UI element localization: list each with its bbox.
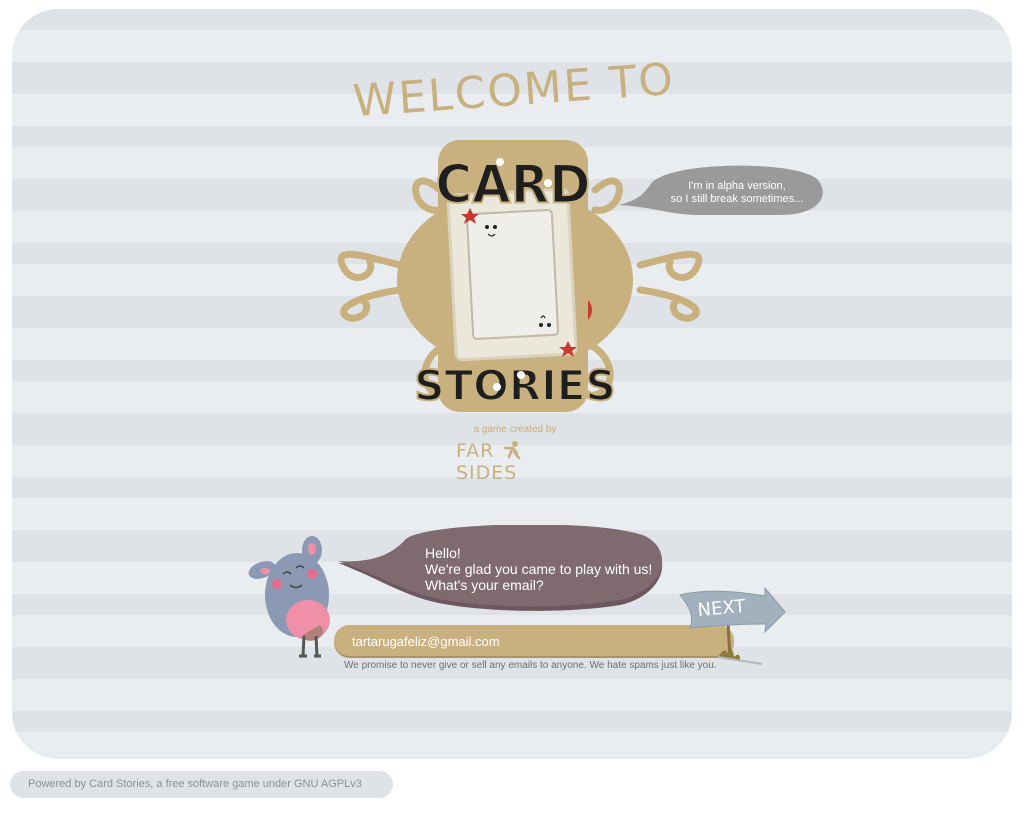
greeting-line-2: We're glad you came to play with us! xyxy=(425,561,653,577)
created-by-text: a game created by xyxy=(473,424,557,435)
alpha-line-2: so I still break sometimes... xyxy=(670,193,804,205)
game-credit: a game created by xyxy=(440,424,590,435)
email-field[interactable] xyxy=(350,629,724,653)
greeting-line-3: What's your email? xyxy=(425,577,544,593)
alpha-notice: I'm in alpha version, so I still break s… xyxy=(652,180,822,206)
alpha-line-1: I'm in alpha version, xyxy=(688,180,786,192)
card-word: CARD xyxy=(435,155,590,216)
card-stories-logo: WELCOME TO CARD STORIES xyxy=(337,60,703,412)
runner-icon xyxy=(504,441,521,460)
next-button[interactable]: NEXT xyxy=(675,585,790,665)
welcome-to-title: WELCOME TO xyxy=(351,60,676,127)
stories-word: STORIES xyxy=(414,361,616,410)
greeting-line-1: Hello! xyxy=(425,545,461,561)
far-sides-logo: FAR SIDES xyxy=(456,440,576,484)
mascot-creature xyxy=(248,536,330,658)
email-privacy-note: We promise to never give or sell any ema… xyxy=(344,660,717,671)
far-sides-left: FAR xyxy=(456,440,495,462)
next-button-label: NEXT xyxy=(697,596,747,621)
far-sides-right: SIDES xyxy=(456,462,518,484)
footer-text: Powered by Card Stories, a free software… xyxy=(28,778,362,790)
greeting-message: Hello! We're glad you came to play with … xyxy=(425,545,665,593)
